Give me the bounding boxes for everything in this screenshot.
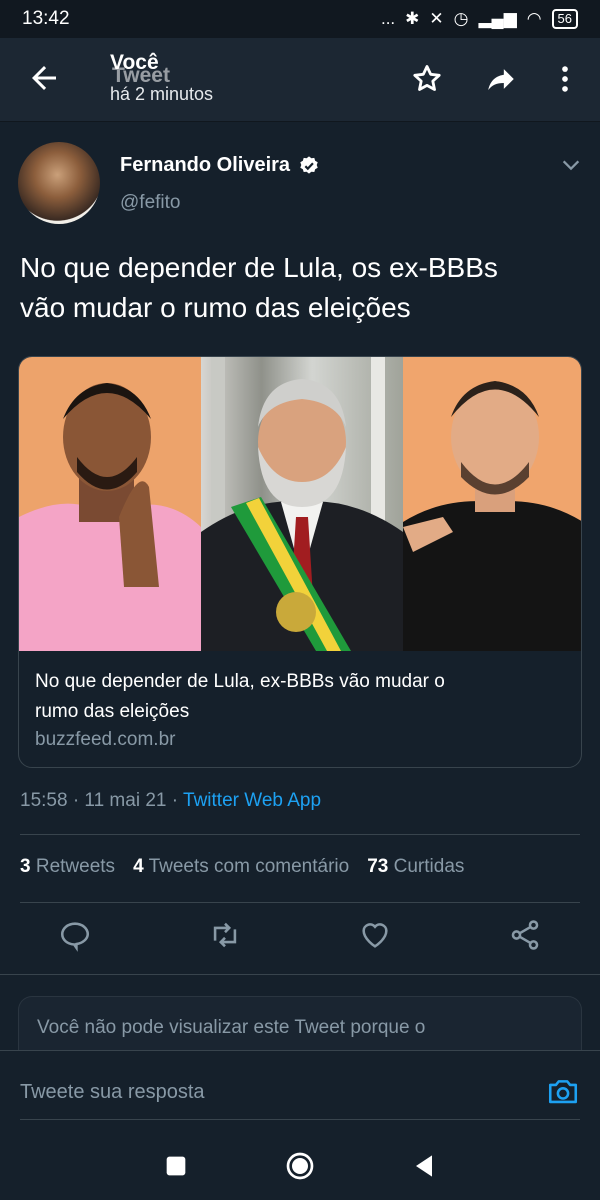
photo-man-black-shirt: [403, 357, 581, 651]
card-title-line: No que depender de Lula, ex-BBBs vão mud…: [35, 671, 445, 692]
link-card[interactable]: No que depender de Lula, ex-BBBs vão mud…: [18, 356, 582, 768]
back-arrow-icon[interactable]: [26, 60, 62, 96]
chevron-down-icon[interactable]: [560, 154, 582, 176]
author-handle[interactable]: @fefito: [120, 192, 180, 214]
divider: [20, 902, 580, 903]
system-nav-bar: [0, 1132, 600, 1200]
status-icons: ... ✱ ✕ ◷ ▂▄▆ ◠ 56: [381, 9, 578, 29]
stop-square-icon[interactable]: [160, 1150, 192, 1182]
star-icon[interactable]: [410, 62, 444, 96]
signal-icon: ▂▄▆: [478, 9, 517, 28]
photo-lula: [201, 357, 403, 651]
card-image: [19, 357, 581, 651]
retweets-stat[interactable]: 3 Retweets: [20, 856, 115, 878]
divider: [0, 974, 600, 975]
status-time: 13:42: [22, 8, 70, 29]
header-titles: Você Tweet há 2 minutos: [110, 52, 213, 105]
like-icon[interactable]: [358, 918, 392, 952]
tweet-text-line: vão mudar o rumo das eleições: [20, 292, 411, 323]
retweets-count: 3: [20, 856, 31, 877]
battery-indicator: 56: [551, 9, 578, 29]
quotes-label: Tweets com comentário: [148, 856, 350, 877]
author-name[interactable]: Fernando Oliveira: [120, 154, 320, 177]
divider: [20, 834, 580, 835]
likes-stat[interactable]: 73 Curtidas: [367, 856, 464, 878]
likes-label: Curtidas: [393, 856, 465, 877]
reply-input[interactable]: Tweete sua resposta: [20, 1081, 205, 1104]
card-title-line: rumo das eleições: [35, 701, 190, 722]
mute-icon: ✕: [429, 9, 444, 28]
timestamp: 15:58 · 11 mai 21 ·: [20, 790, 184, 811]
reply-composer: Tweete sua resposta: [0, 1050, 600, 1132]
reply-icon[interactable]: [58, 918, 92, 952]
source-app-link[interactable]: Twitter Web App: [183, 790, 321, 811]
photo-man-pink-shirt: [19, 357, 201, 651]
app-header: Você Tweet há 2 minutos: [0, 38, 600, 122]
back-triangle-icon[interactable]: [408, 1150, 440, 1182]
quotes-count: 4: [133, 856, 144, 877]
likes-count: 73: [367, 856, 389, 877]
reply-underline: [20, 1119, 580, 1120]
status-dots: ...: [380, 9, 396, 28]
verified-badge-icon: [300, 155, 318, 174]
author-name-text: Fernando Oliveira: [120, 154, 291, 176]
card-domain: buzzfeed.com.br: [35, 729, 176, 750]
tweet-stats: 3 Retweets 4 Tweets com comentário 73 Cu…: [20, 856, 464, 878]
share-icon[interactable]: [508, 918, 542, 952]
camera-icon[interactable]: [546, 1075, 580, 1109]
retweets-label: Retweets: [35, 856, 116, 877]
tweet-meta: 15:58 · 11 mai 21 · Twitter Web App: [20, 790, 321, 812]
tweet-actions: [0, 918, 600, 958]
home-circle-icon[interactable]: [284, 1150, 316, 1182]
wifi-icon: ◠: [526, 9, 542, 28]
avatar[interactable]: [18, 142, 100, 224]
status-bar: 13:42 ... ✱ ✕ ◷ ▂▄▆ ◠ 56: [0, 0, 600, 38]
tweet-text: No que depender de Lula, os ex-BBBs vão …: [20, 248, 590, 328]
retweet-icon[interactable]: [208, 918, 242, 952]
bluetooth-icon: ✱: [405, 9, 420, 28]
share-arrow-icon[interactable]: [484, 62, 518, 96]
header-overlay-title: Tweet: [112, 64, 170, 87]
tweet-text-line: No que depender de Lula, os ex-BBBs: [20, 252, 498, 283]
alarm-icon: ◷: [453, 9, 469, 28]
quotes-stat[interactable]: 4 Tweets com comentário: [133, 856, 349, 878]
card-title: No que depender de Lula, ex-BBBs vão mud…: [35, 667, 565, 727]
more-vertical-icon[interactable]: [548, 62, 582, 96]
